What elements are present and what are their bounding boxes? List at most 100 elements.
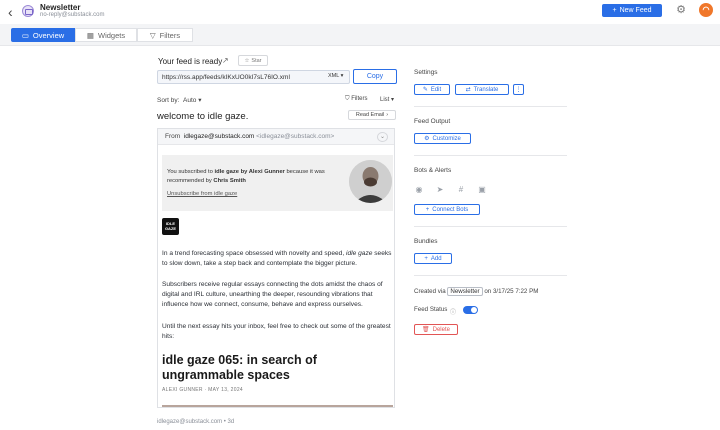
feed-output-heading: Feed Output	[414, 118, 451, 125]
more-options-button[interactable]: ⋮	[513, 84, 524, 95]
feed-url-field[interactable]: https://rss.app/feeds/kIKxUO0kI7sL76IO.x…	[157, 70, 350, 84]
feed-status-toggle[interactable]	[463, 306, 478, 314]
sub-pre: You subscribed to	[167, 169, 215, 175]
avatar	[349, 160, 392, 203]
bundles-heading: Bundles	[414, 238, 438, 245]
info-icon[interactable]: ⓘ	[450, 307, 456, 316]
translate-button[interactable]: ⇄ Translate	[455, 84, 509, 95]
publication-logo: IDLE GAZE	[162, 218, 179, 235]
chevron-right-icon: ›	[386, 112, 389, 118]
connect-bots-button[interactable]: + Connect Bots	[414, 204, 480, 215]
feed-ready-heading: Your feed is ready	[158, 57, 223, 66]
filters-label: Filters	[351, 96, 368, 102]
source-chip: Newsletter	[447, 287, 483, 296]
read-email-button[interactable]: Read Email ›	[348, 110, 396, 120]
widgets-grid-icon: ▦	[86, 30, 94, 40]
delete-button[interactable]: 🗑 Delete	[414, 324, 458, 335]
star-icon: ☆	[244, 57, 250, 64]
trash-icon: 🗑	[422, 327, 430, 333]
slack-icon[interactable]: #	[456, 185, 466, 195]
discord-icon[interactable]: ◉	[414, 185, 424, 195]
page-title: Newsletter	[40, 3, 81, 12]
delete-label: Delete	[432, 326, 450, 333]
back-chevron-icon[interactable]: ‹	[8, 4, 13, 20]
format-value: XML	[328, 73, 340, 79]
list-label: List	[380, 97, 390, 103]
post-title[interactable]: welcome to idle gaze.	[157, 111, 248, 122]
view-select[interactable]: List ▾	[380, 96, 394, 103]
sort-value: Auto	[183, 97, 197, 104]
bots-alerts-heading: Bots & Alerts	[414, 167, 452, 174]
post-footer-meta: idlegaze@substack.com • 3d	[157, 419, 235, 425]
sort-control[interactable]: Sort by: Auto ▾	[157, 96, 201, 104]
plus-icon: +	[612, 7, 617, 14]
body-paragraph: In a trend forecasting space obsessed wi…	[162, 249, 394, 269]
essay-image	[162, 405, 393, 407]
sub-pub: idle gaze by Alexi Gunner	[214, 169, 285, 175]
subscription-notice: You subscribed to idle gaze by Alexi Gun…	[162, 155, 393, 211]
body-paragraph: Until the next essay hits your inbox, fe…	[162, 323, 391, 340]
divider	[414, 106, 567, 107]
external-link-icon[interactable]: ↗	[222, 56, 229, 65]
edit-label: Edit	[430, 86, 442, 93]
tab-widgets[interactable]: ▦ Widgets	[75, 28, 137, 42]
from-address: <idlegaze@substack.com>	[256, 133, 335, 140]
format-select[interactable]: XML ▾	[328, 73, 343, 79]
star-button[interactable]: ☆ Star	[238, 55, 268, 66]
subscription-text: You subscribed to idle gaze by Alexi Gun…	[167, 168, 342, 185]
created-info: Created via Newsletter on 3/17/25 7:22 P…	[414, 287, 538, 296]
settings-heading: Settings	[414, 69, 438, 76]
star-label: Star	[251, 57, 262, 64]
filter-icon: ⛉	[345, 96, 350, 102]
tab-label: Filters	[159, 30, 181, 40]
filter-icon: ▽	[149, 30, 156, 40]
customize-label: Customize	[432, 135, 461, 142]
read-email-label: Read Email	[355, 112, 385, 118]
add-label: Add	[430, 255, 442, 262]
sub-rec: Chris Smith	[213, 177, 246, 184]
edit-button[interactable]: ✎ Edit	[414, 84, 450, 95]
essay-meta: ALEXI GUNNER · MAY 13, 2024	[162, 387, 244, 393]
newsletter-icon	[22, 5, 34, 17]
sort-label: Sort by:	[157, 97, 180, 104]
gear-icon[interactable]: ⚙	[675, 4, 687, 16]
tab-overview[interactable]: ▭ Overview	[11, 28, 75, 42]
translate-label: Translate	[473, 86, 499, 93]
page-subtitle: no-reply@substack.com	[40, 12, 105, 18]
created-post: on 3/17/25 7:22 PM	[484, 288, 539, 295]
pencil-icon: ✎	[422, 87, 428, 93]
plus-icon: +	[425, 206, 430, 213]
connect-bots-label: Connect Bots	[432, 206, 469, 213]
para1-em: idle gaze	[346, 250, 373, 257]
copy-button[interactable]: Copy	[353, 69, 397, 84]
unsubscribe-link[interactable]: Unsubscribe from idle gaze	[167, 191, 237, 197]
divider	[414, 226, 567, 227]
feed-status-label: Feed Status	[414, 306, 448, 313]
para1-a: In a trend forecasting space obsessed wi…	[162, 250, 347, 257]
body-paragraph: Subscribers receive regular essays conne…	[162, 281, 383, 308]
divider	[414, 275, 567, 276]
collapse-chevron-icon[interactable]: ⌄	[377, 132, 388, 142]
divider	[414, 155, 567, 156]
teams-icon[interactable]: ▣	[477, 185, 487, 195]
plus-icon: +	[424, 255, 428, 262]
from-name: idlegaze@substack.com	[183, 133, 255, 140]
essay-title[interactable]: idle gaze 065: in search of ungrammable …	[162, 353, 394, 383]
add-bundle-button[interactable]: + Add	[414, 253, 452, 264]
email-from-bar: From idlegaze@substack.com <idlegaze@sub…	[158, 129, 394, 145]
new-feed-button[interactable]: + New Feed	[602, 4, 662, 17]
rss-icon[interactable]: ◠	[699, 3, 713, 17]
created-pre: Created via	[414, 288, 446, 295]
new-feed-label: New Feed	[619, 7, 652, 14]
tab-filters[interactable]: ▽ Filters	[137, 28, 193, 42]
filters-control[interactable]: ⛉ Filters	[345, 96, 368, 103]
gear-icon: ⚙	[424, 136, 430, 142]
translate-icon: ⇄	[465, 87, 471, 93]
tab-label: Widgets	[98, 30, 126, 40]
customize-button[interactable]: ⚙ Customize	[414, 133, 471, 144]
telegram-icon[interactable]: ➤	[435, 185, 445, 195]
tab-label: Overview	[32, 30, 65, 40]
email-preview[interactable]: From idlegaze@substack.com <idlegaze@sub…	[157, 128, 395, 408]
overview-icon: ▭	[21, 30, 29, 40]
from-label: From	[165, 133, 181, 140]
